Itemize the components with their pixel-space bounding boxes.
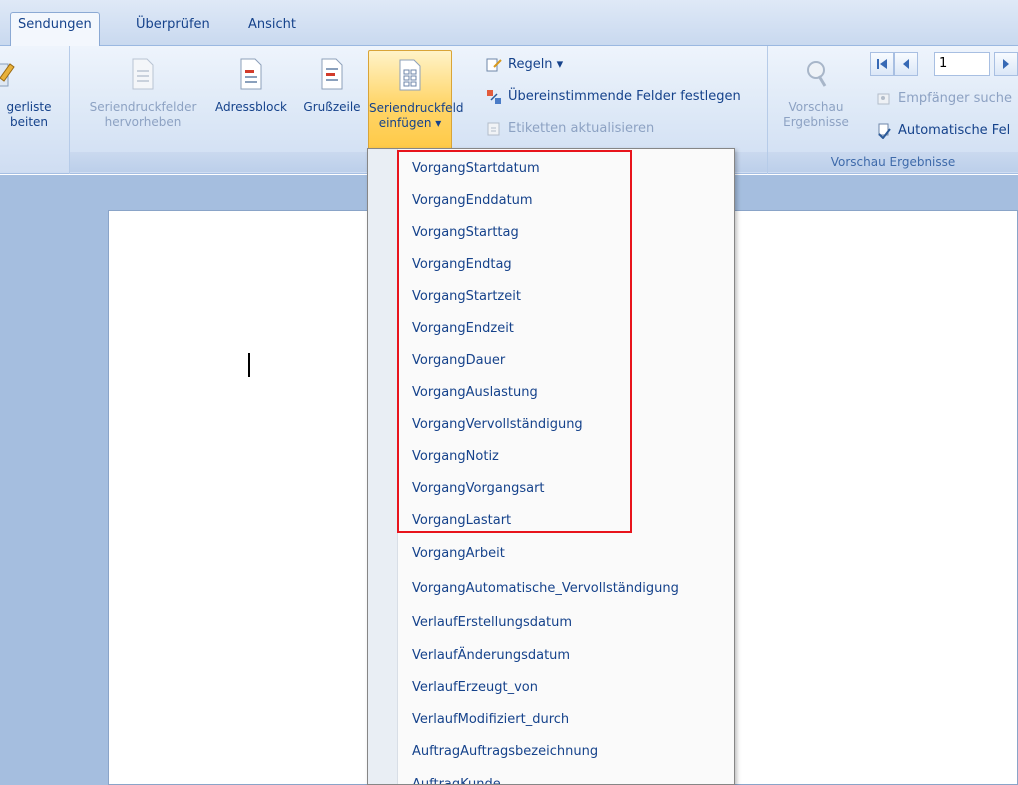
address-block-button[interactable]: Adressblock: [206, 50, 296, 115]
text-cursor: [248, 353, 250, 377]
auto-check-label: Automatische Fel: [898, 123, 1011, 138]
magnifier-icon: [807, 61, 827, 87]
ribbon-group-left-partial: gerliste beiten: [0, 46, 70, 174]
greeting-line-icon: [321, 58, 343, 90]
menu-item-vorgangautomatische-vervollstaendigung[interactable]: VorgangAutomatische_Vervollständigung: [412, 573, 679, 605]
insert-merge-field-label-1: Seriendruckfeld: [369, 101, 464, 115]
greeting-line-label: Grußzeile: [303, 100, 361, 114]
menu-item-vorgangarbeit[interactable]: VorgangArbeit: [412, 538, 505, 570]
highlight-merge-fields-label-2: hervorheben: [104, 115, 182, 129]
menu-item-vorganglastart[interactable]: VorgangLastart: [412, 505, 511, 537]
tab-sendungen[interactable]: Sendungen: [10, 12, 100, 47]
tab-ansicht[interactable]: Ansicht: [241, 13, 303, 47]
find-recipient-button[interactable]: Empfänger suche: [876, 90, 1012, 108]
insert-field-icon: [399, 59, 421, 91]
menu-item-vorgangendtag[interactable]: VorgangEndtag: [412, 249, 512, 281]
menu-item-verlaufaenderungsdatum[interactable]: VerlaufÄnderungsdatum: [412, 640, 570, 672]
rules-button[interactable]: Regeln ▾: [486, 56, 563, 74]
update-labels-icon: [487, 122, 500, 136]
preview-results-label-1: Vorschau: [788, 100, 844, 114]
menu-item-vorgangauslastung[interactable]: VorgangAuslastung: [412, 377, 538, 409]
find-recipient-label: Empfänger suche: [898, 91, 1013, 106]
highlight-merge-fields-button[interactable]: Seriendruckfelder hervorheben: [78, 50, 208, 130]
menu-item-vorgangstarttag[interactable]: VorgangStarttag: [412, 217, 519, 249]
address-block-icon: [240, 58, 262, 90]
auto-check-icon: [878, 123, 891, 139]
find-recipient-icon: [877, 93, 890, 105]
rules-label: Regeln ▾: [508, 57, 564, 72]
next-record-icon: [1003, 59, 1009, 69]
insert-merge-field-button[interactable]: Seriendruckfeld einfügen ▾: [368, 50, 464, 156]
menu-item-vorgangstartdatum[interactable]: VorgangStartdatum: [412, 153, 540, 185]
highlight-merge-fields-label-1: Seriendruckfelder: [89, 100, 197, 114]
first-record-icon: [877, 59, 887, 69]
previous-record-icon: [903, 59, 909, 69]
first-record-button[interactable]: [870, 52, 894, 76]
greeting-line-button[interactable]: Grußzeile: [296, 50, 368, 115]
menu-item-vorgangvervollstaendigung[interactable]: VorgangVervollständigung: [412, 409, 583, 441]
menu-item-auftragkunde[interactable]: AuftragKunde: [412, 769, 501, 784]
menu-gutter: [368, 149, 398, 784]
match-fields-label: Übereinstimmende Felder festlegen: [508, 89, 741, 104]
update-labels-label: Etiketten aktualisieren: [508, 121, 655, 136]
address-block-label: Adressblock: [214, 100, 287, 114]
preview-results-button[interactable]: Vorschau Ergebnisse: [770, 50, 862, 130]
menu-item-vorgangenddatum[interactable]: VorgangEnddatum: [412, 185, 533, 217]
menu-item-auftragauftragsbezeichnung[interactable]: AuftragAuftragsbezeichnung: [412, 736, 598, 768]
menu-item-vorgangnotiz[interactable]: VorgangNotiz: [412, 441, 499, 473]
pencil-icon: [0, 63, 15, 87]
menu-item-verlauferstellungsdatum[interactable]: VerlaufErstellungsdatum: [412, 607, 572, 639]
match-fields-button[interactable]: Übereinstimmende Felder festlegen: [486, 88, 741, 106]
update-labels-button[interactable]: Etiketten aktualisieren: [486, 120, 654, 138]
insert-merge-field-label-2: einfügen ▾: [378, 116, 442, 130]
edit-recipient-list-label-1: gerliste: [6, 100, 52, 114]
document-icon: [132, 58, 154, 90]
rules-icon: [486, 58, 502, 72]
tab-ueberpruefen[interactable]: Überprüfen: [129, 13, 217, 47]
preview-results-label-2: Ergebnisse: [783, 115, 849, 129]
edit-recipient-list-button[interactable]: gerliste beiten: [0, 50, 62, 130]
menu-item-verlaufmodifiziert-durch[interactable]: VerlaufModifiziert_durch: [412, 704, 569, 736]
next-record-button[interactable]: [994, 52, 1018, 76]
auto-check-errors-button[interactable]: Automatische Fel: [876, 122, 1010, 140]
menu-item-vorgangdauer[interactable]: VorgangDauer: [412, 345, 505, 377]
record-number-input[interactable]: 1: [934, 52, 990, 76]
ribbon-group-vorschau: Vorschau Ergebnisse 1 Empfänger suche Au…: [768, 46, 1018, 174]
edit-recipient-list-label-2: beiten: [9, 115, 49, 129]
menu-item-vorgangstartzeit[interactable]: VorgangStartzeit: [412, 281, 521, 313]
merge-field-dropdown: VorgangStartdatum VorgangEnddatum Vorgan…: [367, 148, 735, 785]
menu-item-vorgangendzeit[interactable]: VorgangEndzeit: [412, 313, 514, 345]
vorschau-group-label: Vorschau Ergebnisse: [768, 152, 1018, 172]
ribbon-tab-strip: Sendungen Überprüfen Ansicht: [0, 0, 1018, 47]
menu-item-vorgangvorgangsart[interactable]: VorgangVorgangsart: [412, 473, 545, 505]
previous-record-button[interactable]: [894, 52, 918, 76]
menu-item-verlauferzeugt-von[interactable]: VerlaufErzeugt_von: [412, 672, 538, 704]
match-fields-icon: [487, 90, 501, 104]
